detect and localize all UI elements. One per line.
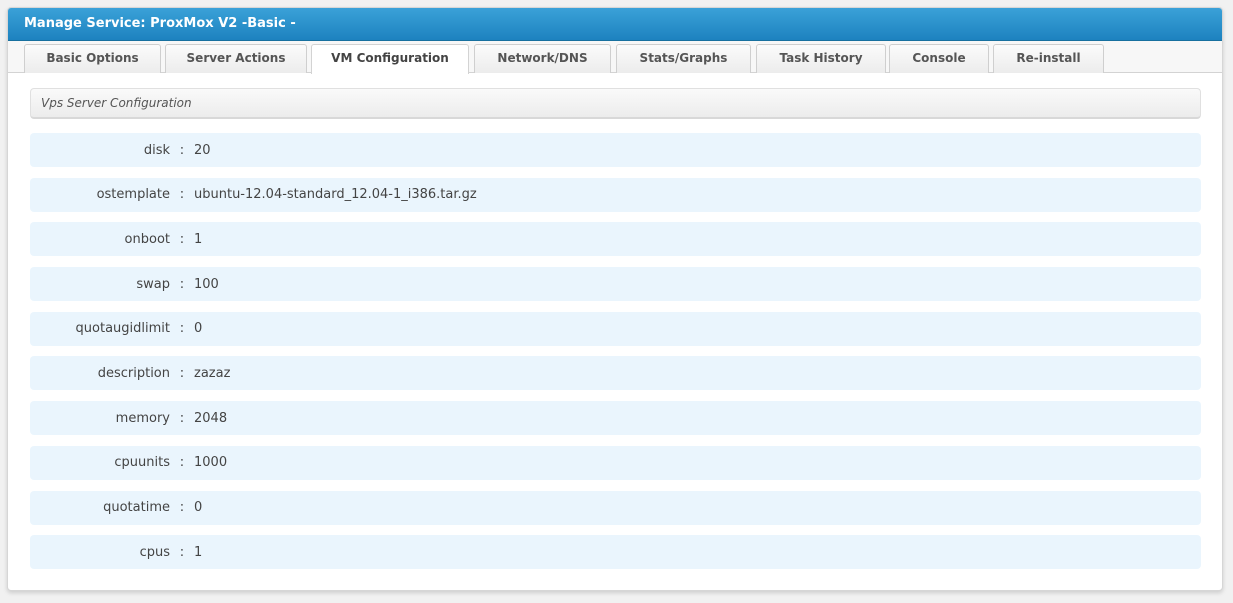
config-key: description — [97, 365, 170, 381]
config-value: 20 — [194, 142, 211, 158]
config-row-ostemplate: ostemplate : ubuntu-12.04-standard_12.04… — [30, 177, 1201, 212]
tab-bar: Basic Options Server Actions VM Configur… — [8, 41, 1222, 74]
section-title: Vps Server Configuration — [30, 88, 1201, 119]
tab-console[interactable]: Console — [889, 44, 989, 73]
config-separator: : — [179, 455, 185, 471]
config-key: disk — [143, 142, 170, 158]
config-separator: : — [179, 321, 185, 337]
config-value: 2048 — [194, 410, 228, 426]
config-separator: : — [179, 231, 185, 247]
tab-vm-configuration[interactable]: VM Configuration — [311, 44, 469, 74]
config-value: 1 — [194, 231, 203, 247]
tab-stats-graphs[interactable]: Stats/Graphs — [616, 44, 751, 73]
config-separator: : — [179, 187, 185, 203]
config-row-quotatime: quotatime : 0 — [30, 490, 1201, 525]
config-separator: : — [179, 142, 185, 158]
config-separator: : — [179, 276, 185, 292]
tab-network-dns[interactable]: Network/DNS — [474, 44, 611, 73]
config-value: 0 — [194, 500, 203, 515]
config-key: ostemplate — [96, 187, 170, 203]
tab-re-install[interactable]: Re-install — [993, 44, 1104, 73]
config-key: swap — [136, 276, 170, 292]
tab-task-history[interactable]: Task History — [756, 44, 886, 73]
tab-server-actions[interactable]: Server Actions — [165, 44, 307, 73]
config-separator: : — [179, 365, 185, 381]
config-value: zazaz — [194, 365, 231, 381]
config-value: ubuntu-12.04-standard_12.04-1_i386.tar.g… — [194, 187, 477, 203]
config-row-quotaugidlimit: quotaugidlimit : 0 — [30, 311, 1201, 346]
config-row-description: description : zazaz — [30, 356, 1201, 391]
config-row-cpuunits: cpuunits : 1000 — [30, 445, 1201, 480]
config-value: 1000 — [194, 455, 228, 471]
config-key: cpus — [139, 544, 170, 560]
config-separator: : — [179, 544, 185, 560]
tab-basic-options[interactable]: Basic Options — [24, 44, 161, 73]
config-value: 0 — [194, 321, 203, 337]
config-row-memory: memory : 2048 — [30, 401, 1201, 436]
config-value: 100 — [194, 276, 219, 292]
config-value: 1 — [194, 544, 203, 560]
manage-service-panel: Manage Service: ProxMox V2 -Basic - Basi… — [7, 7, 1223, 591]
config-separator: : — [179, 410, 185, 426]
config-list: disk : 20 ostemplate : ubuntu-12.04-stan… — [30, 133, 1201, 580]
config-key: quotaugidlimit — [75, 321, 170, 337]
panel-title: Manage Service: ProxMox V2 -Basic - — [8, 8, 1222, 41]
config-key: onboot — [124, 231, 170, 247]
config-row-disk: disk : 20 — [30, 133, 1201, 167]
config-separator: : — [179, 500, 185, 515]
config-key: memory — [115, 410, 170, 426]
config-row-cpus: cpus : 1 — [30, 535, 1201, 570]
config-row-swap: swap : 100 — [30, 267, 1201, 302]
config-key: cpuunits — [114, 455, 170, 471]
config-row-onboot: onboot : 1 — [30, 222, 1201, 257]
config-key: quotatime — [103, 500, 170, 515]
